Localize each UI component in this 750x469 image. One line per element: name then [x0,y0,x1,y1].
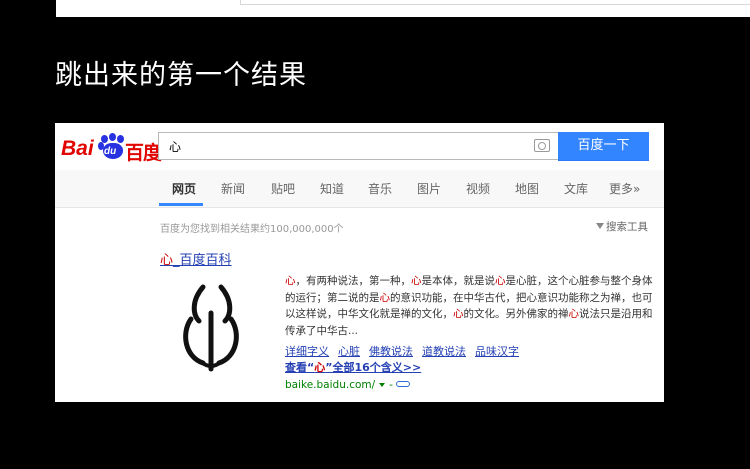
search-input[interactable]: 心 [158,132,558,160]
active-tab-indicator [159,203,203,206]
link-taoism[interactable]: 道教说法 [422,345,466,358]
trust-icon[interactable] [395,381,410,387]
search-tools-label: 搜索工具 [606,221,648,233]
previous-slide-strip [56,0,750,17]
link-detail[interactable]: 详细字义 [285,345,329,358]
result-sublinks: 详细字义 心脏 佛教说法 道教说法 品味汉字 [285,343,528,359]
result-snippet: 心，有两种说法，第一种，心是本体，就是说心是心脏，这个心脏参与整个身体的运行；第… [285,273,653,340]
tab-web[interactable]: 网页 [172,180,196,197]
camera-icon[interactable] [534,139,550,152]
funnel-icon [596,223,604,229]
search-button[interactable]: 百度一下 [558,132,649,161]
tab-news[interactable]: 新闻 [221,180,245,197]
url-dash: - [389,379,393,391]
tab-map[interactable]: 地图 [515,180,539,197]
snippet-keyword: 心 [453,308,464,321]
result-url: baike.baidu.com/ - [285,379,410,391]
tab-zhidao[interactable]: 知道 [320,180,344,197]
snippet-keyword: 心 [285,275,296,287]
link-taste-hanzi[interactable]: 品味汉字 [475,345,519,358]
tab-wenku[interactable]: 文库 [564,180,588,197]
slide-title: 跳出来的第一个结果 [55,60,307,91]
paw-icon: du [98,133,126,161]
snippet-text: ，有两种说法，第一种， [295,275,412,287]
snippet-text: 的文化。另外佛家的禅 [463,308,569,321]
snippet-keyword: 心 [495,275,506,287]
result-title-keyword: 心 [160,253,174,268]
baidu-screenshot: Bai du 百度 心 百度一下 网页 新闻 贴吧 知道 音乐 图片 视频 地图… [55,123,664,402]
result-title-rest: _百度百科 [173,253,232,268]
result-url-text[interactable]: baike.baidu.com/ [285,379,375,391]
link-heart[interactable]: 心脏 [338,345,360,358]
logo-bai: Bai [61,137,94,160]
snippet-keyword: 心 [379,291,391,304]
snippet-text: 是本体，就是说 [421,275,496,287]
tab-more[interactable]: 更多» [609,180,640,197]
view-all-meanings-link[interactable]: 查看“心”全部16个含义>> [285,359,421,375]
snippet-keyword: 心 [411,275,422,287]
url-dropdown-icon[interactable] [379,383,386,387]
search-query: 心 [169,140,182,154]
result-title-link[interactable]: 心_百度百科 [160,249,232,268]
link-buddhism[interactable]: 佛教说法 [369,345,413,358]
tab-video[interactable]: 视频 [466,180,490,197]
logo-du: du [104,146,117,157]
search-tools-button[interactable]: 搜索工具 [596,219,648,234]
tab-music[interactable]: 音乐 [368,180,392,197]
result-count: 百度为您找到相关结果约100,000,000个 [160,224,344,235]
xin-oracle-glyph-image[interactable] [181,283,241,373]
search-nav: 网页 新闻 贴吧 知道 音乐 图片 视频 地图 文库 更多» [55,170,664,208]
logo-chinese: 百度 [125,142,162,164]
tab-tieba[interactable]: 贴吧 [271,180,295,197]
snippet-keyword: 心 [568,308,580,321]
tab-images[interactable]: 图片 [417,180,441,197]
